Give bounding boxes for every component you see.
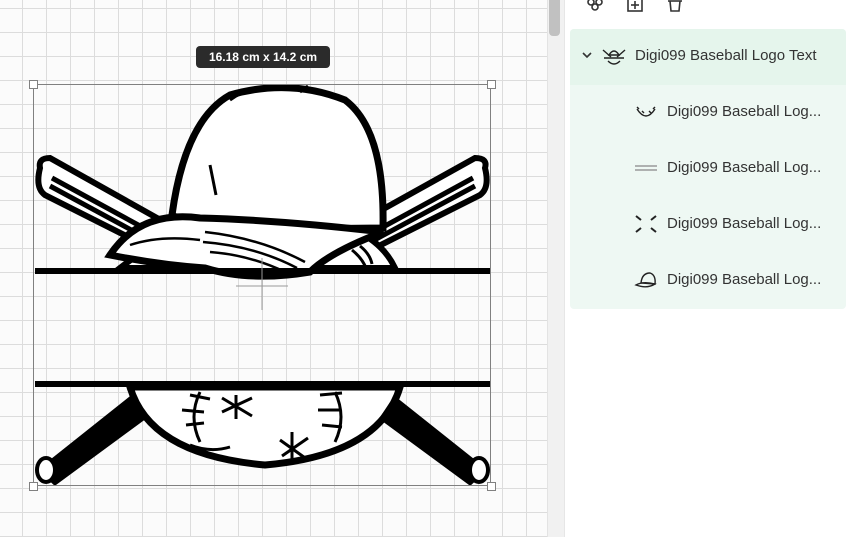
resize-handle-bottom-left[interactable] [29, 482, 38, 491]
add-layer-icon[interactable] [623, 0, 647, 14]
layer-item[interactable]: Digi099 Baseball Log... [570, 197, 846, 253]
layer-item-label: Digi099 Baseball Log... [667, 271, 822, 288]
baseball-logo-thumbnail-icon [601, 45, 627, 67]
dimensions-badge: 16.18 cm x 14.2 cm [196, 46, 330, 68]
layer-item[interactable]: Digi099 Baseball Log... [570, 85, 846, 141]
trash-icon[interactable] [663, 0, 687, 14]
selection-bounding-box[interactable] [33, 84, 491, 486]
group-icon[interactable] [583, 0, 607, 14]
layer-item[interactable]: Digi099 Baseball Log... [570, 253, 846, 309]
layer-group-header[interactable]: Digi099 Baseball Logo Text [570, 29, 846, 85]
layer-item-label: Digi099 Baseball Log... [667, 215, 822, 232]
layer-group-label: Digi099 Baseball Logo Text [635, 47, 817, 64]
resize-handle-top-left[interactable] [29, 80, 38, 89]
canvas-scrollbar-thumb[interactable] [549, 0, 560, 36]
resize-handle-bottom-right[interactable] [487, 482, 496, 491]
layer-item-label: Digi099 Baseball Log... [667, 103, 822, 120]
layer-item[interactable]: Digi099 Baseball Log... [570, 141, 846, 197]
canvas-scrollbar-track[interactable] [547, 0, 564, 537]
chevron-down-icon[interactable] [581, 47, 593, 65]
baseball-thumbnail-icon [633, 101, 659, 123]
resize-handle-top-right[interactable] [487, 80, 496, 89]
lines-thumbnail-icon [633, 157, 659, 179]
layer-group: Digi099 Baseball Logo Text Digi099 Baseb… [570, 29, 846, 309]
design-canvas[interactable]: 16.18 cm x 14.2 cm [0, 0, 547, 537]
bats-thumbnail-icon [633, 213, 659, 235]
cap-thumbnail-icon [633, 269, 659, 291]
layer-item-label: Digi099 Baseball Log... [667, 159, 822, 176]
